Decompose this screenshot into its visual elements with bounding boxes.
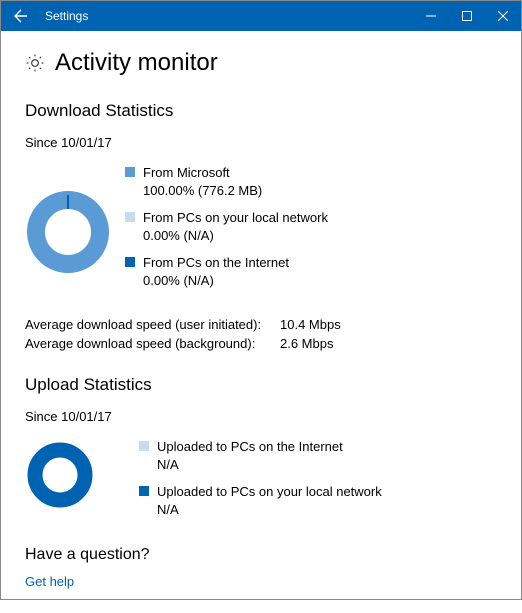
legend-value: N/A	[157, 501, 382, 519]
legend-value: 0.00% (N/A)	[143, 227, 328, 245]
swatch-icon	[125, 257, 135, 267]
legend-item: Uploaded to PCs on your local network N/…	[139, 483, 382, 518]
download-donut-chart	[25, 189, 111, 275]
upload-donut-chart	[25, 440, 111, 526]
avg-speed-user: Average download speed (user initiated):…	[25, 317, 497, 332]
legend-value: 100.00% (776.2 MB)	[143, 182, 262, 200]
upload-heading: Upload Statistics	[25, 375, 497, 395]
upload-since: Since 10/01/17	[25, 409, 497, 424]
upload-legend: Uploaded to PCs on the Internet N/A Uplo…	[139, 438, 382, 528]
stat-label: Average download speed (user initiated):	[25, 317, 280, 332]
swatch-icon	[139, 486, 149, 496]
maximize-icon	[462, 11, 472, 21]
download-legend: From Microsoft 100.00% (776.2 MB) From P…	[125, 164, 328, 299]
window-controls	[413, 1, 521, 31]
back-button[interactable]	[1, 1, 41, 31]
close-button[interactable]	[485, 1, 521, 31]
maximize-button[interactable]	[449, 1, 485, 31]
legend-value: 0.00% (N/A)	[143, 272, 289, 290]
legend-label: Uploaded to PCs on the Internet	[157, 438, 343, 456]
legend-label: From PCs on your local network	[143, 209, 328, 227]
stat-label: Average download speed (background):	[25, 336, 280, 351]
swatch-icon	[125, 212, 135, 222]
legend-item: Uploaded to PCs on the Internet N/A	[139, 438, 382, 473]
avg-speed-background: Average download speed (background): 2.6…	[25, 336, 497, 351]
stat-value: 10.4 Mbps	[280, 317, 341, 332]
download-since: Since 10/01/17	[25, 135, 497, 150]
close-icon	[498, 11, 508, 21]
arrow-left-icon	[13, 8, 29, 24]
legend-item: From PCs on your local network 0.00% (N/…	[125, 209, 328, 244]
page-header: Activity monitor	[25, 49, 497, 77]
legend-value: N/A	[157, 456, 343, 474]
upload-chart-row: Uploaded to PCs on the Internet N/A Uplo…	[25, 438, 497, 528]
legend-label: Uploaded to PCs on your local network	[157, 483, 382, 501]
page-title: Activity monitor	[55, 49, 218, 77]
legend-item: From Microsoft 100.00% (776.2 MB)	[125, 164, 328, 199]
content-area: Activity monitor Download Statistics Sin…	[1, 31, 521, 613]
help-heading: Have a question?	[25, 546, 497, 564]
download-heading: Download Statistics	[25, 101, 497, 121]
titlebar: Settings	[1, 1, 521, 31]
legend-label: From Microsoft	[143, 164, 262, 182]
minimize-button[interactable]	[413, 1, 449, 31]
legend-item: From PCs on the Internet 0.00% (N/A)	[125, 254, 328, 289]
app-title: Settings	[45, 9, 413, 23]
swatch-icon	[139, 441, 149, 451]
legend-label: From PCs on the Internet	[143, 254, 289, 272]
download-chart-row: From Microsoft 100.00% (776.2 MB) From P…	[25, 164, 497, 299]
stat-value: 2.6 Mbps	[280, 336, 333, 351]
gear-icon	[25, 53, 45, 73]
minimize-icon	[426, 11, 436, 21]
swatch-icon	[125, 167, 135, 177]
get-help-link[interactable]: Get help	[25, 574, 497, 589]
